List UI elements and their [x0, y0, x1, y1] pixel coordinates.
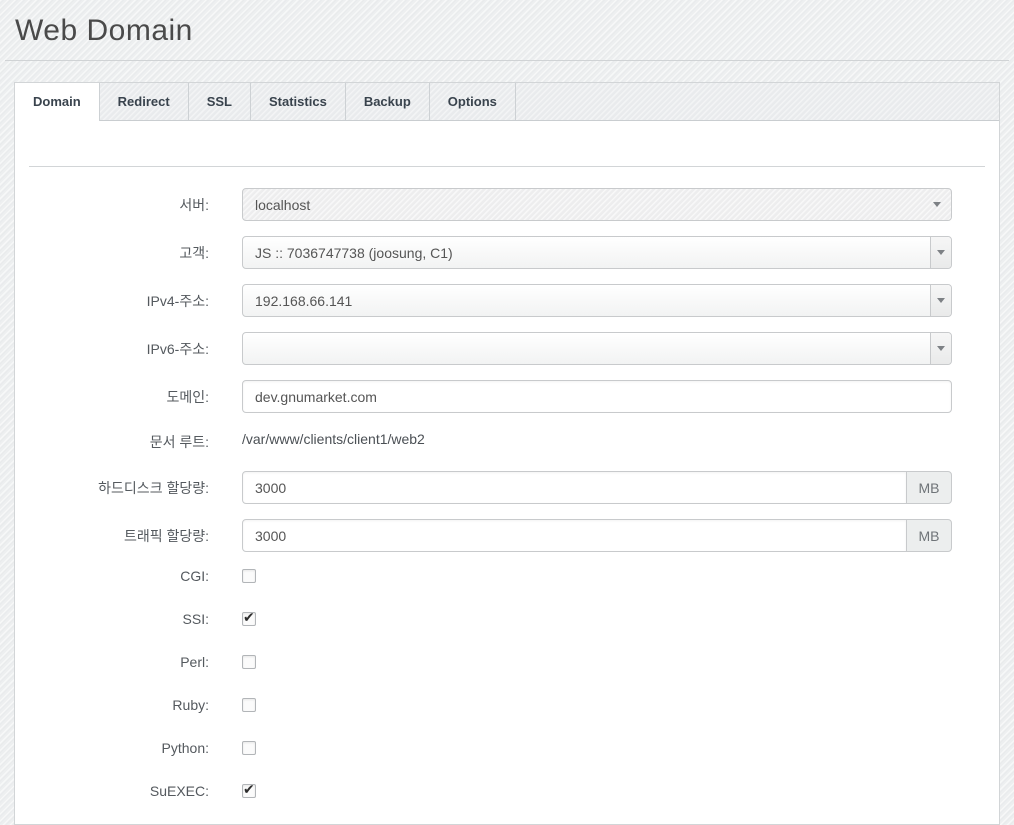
traffic-quota-row: 트래픽 할당량: MB	[15, 519, 999, 552]
page-title: Web Domain	[15, 13, 1014, 49]
harddisk-quota-input[interactable]	[242, 471, 907, 504]
domain-label: 도메인:	[15, 387, 242, 407]
tab-redirect[interactable]: Redirect	[100, 83, 189, 120]
harddisk-quota-row: 하드디스크 할당량: MB	[15, 471, 999, 504]
tab-ssl[interactable]: SSL	[189, 83, 251, 120]
ipv4-row: IPv4-주소: 192.168.66.141	[15, 284, 999, 317]
section-divider	[29, 166, 985, 167]
feature-checkboxes: CGI: SSI: Perl: Ruby: Python: SuEXEC:	[15, 567, 999, 799]
server-select[interactable]: localhost	[242, 188, 952, 221]
ruby-label: Ruby:	[15, 697, 242, 713]
client-select[interactable]: JS :: 7036747738 (joosung, C1)	[242, 236, 952, 269]
harddisk-quota-unit: MB	[906, 471, 952, 504]
client-select-arrow[interactable]	[930, 237, 951, 268]
harddisk-quota-label: 하드디스크 할당량:	[15, 478, 242, 498]
traffic-quota-input[interactable]	[242, 519, 907, 552]
ipv4-select[interactable]: 192.168.66.141	[242, 284, 952, 317]
traffic-quota-label: 트래픽 할당량:	[15, 526, 242, 546]
ipv6-select[interactable]	[242, 332, 952, 365]
ruby-checkbox[interactable]	[242, 698, 256, 712]
domain-input[interactable]	[242, 380, 952, 413]
ssi-row: SSI:	[15, 610, 999, 627]
ruby-row: Ruby:	[15, 696, 999, 713]
ipv6-row: IPv6-주소:	[15, 332, 999, 365]
ssi-checkbox[interactable]	[242, 612, 256, 626]
client-row: 고객: JS :: 7036747738 (joosung, C1)	[15, 236, 999, 269]
traffic-quota-unit: MB	[906, 519, 952, 552]
chevron-down-icon	[937, 250, 945, 255]
cgi-label: CGI:	[15, 568, 242, 584]
domain-row: 도메인:	[15, 380, 999, 413]
server-row: 서버: localhost	[15, 188, 999, 221]
suexec-label: SuEXEC:	[15, 783, 242, 799]
cgi-row: CGI:	[15, 567, 999, 584]
ssi-label: SSI:	[15, 611, 242, 627]
document-root-row: 문서 루트: /var/www/clients/client1/web2	[15, 428, 999, 456]
server-label: 서버:	[15, 195, 242, 215]
ipv6-select-arrow[interactable]	[930, 333, 951, 364]
chevron-down-icon	[937, 298, 945, 303]
domain-form: 서버: localhost 고객: JS :: 7036747738 (joos…	[15, 188, 999, 799]
title-divider	[5, 60, 1009, 61]
ipv4-select-arrow[interactable]	[930, 285, 951, 316]
chevron-down-icon	[937, 346, 945, 351]
chevron-down-icon	[933, 202, 941, 207]
client-label: 고객:	[15, 243, 242, 263]
cgi-checkbox[interactable]	[242, 569, 256, 583]
web-domain-panel: Domain Redirect SSL Statistics Backup Op…	[14, 82, 1000, 825]
tab-backup[interactable]: Backup	[346, 83, 430, 120]
client-select-value: JS :: 7036747738 (joosung, C1)	[243, 245, 930, 261]
tab-domain[interactable]: Domain	[15, 83, 100, 121]
suexec-checkbox[interactable]	[242, 784, 256, 798]
document-root-label: 문서 루트:	[15, 432, 242, 452]
server-select-value: localhost	[243, 197, 933, 213]
python-checkbox[interactable]	[242, 741, 256, 755]
document-root-value: /var/www/clients/client1/web2	[242, 431, 952, 453]
perl-label: Perl:	[15, 654, 242, 670]
tab-options[interactable]: Options	[430, 83, 516, 120]
ipv4-select-value: 192.168.66.141	[243, 293, 930, 309]
python-label: Python:	[15, 740, 242, 756]
ipv4-label: IPv4-주소:	[15, 291, 242, 311]
tab-statistics[interactable]: Statistics	[251, 83, 346, 120]
ipv6-label: IPv6-주소:	[15, 339, 242, 359]
perl-row: Perl:	[15, 653, 999, 670]
perl-checkbox[interactable]	[242, 655, 256, 669]
suexec-row: SuEXEC:	[15, 782, 999, 799]
python-row: Python:	[15, 739, 999, 756]
tabbar: Domain Redirect SSL Statistics Backup Op…	[15, 83, 999, 121]
